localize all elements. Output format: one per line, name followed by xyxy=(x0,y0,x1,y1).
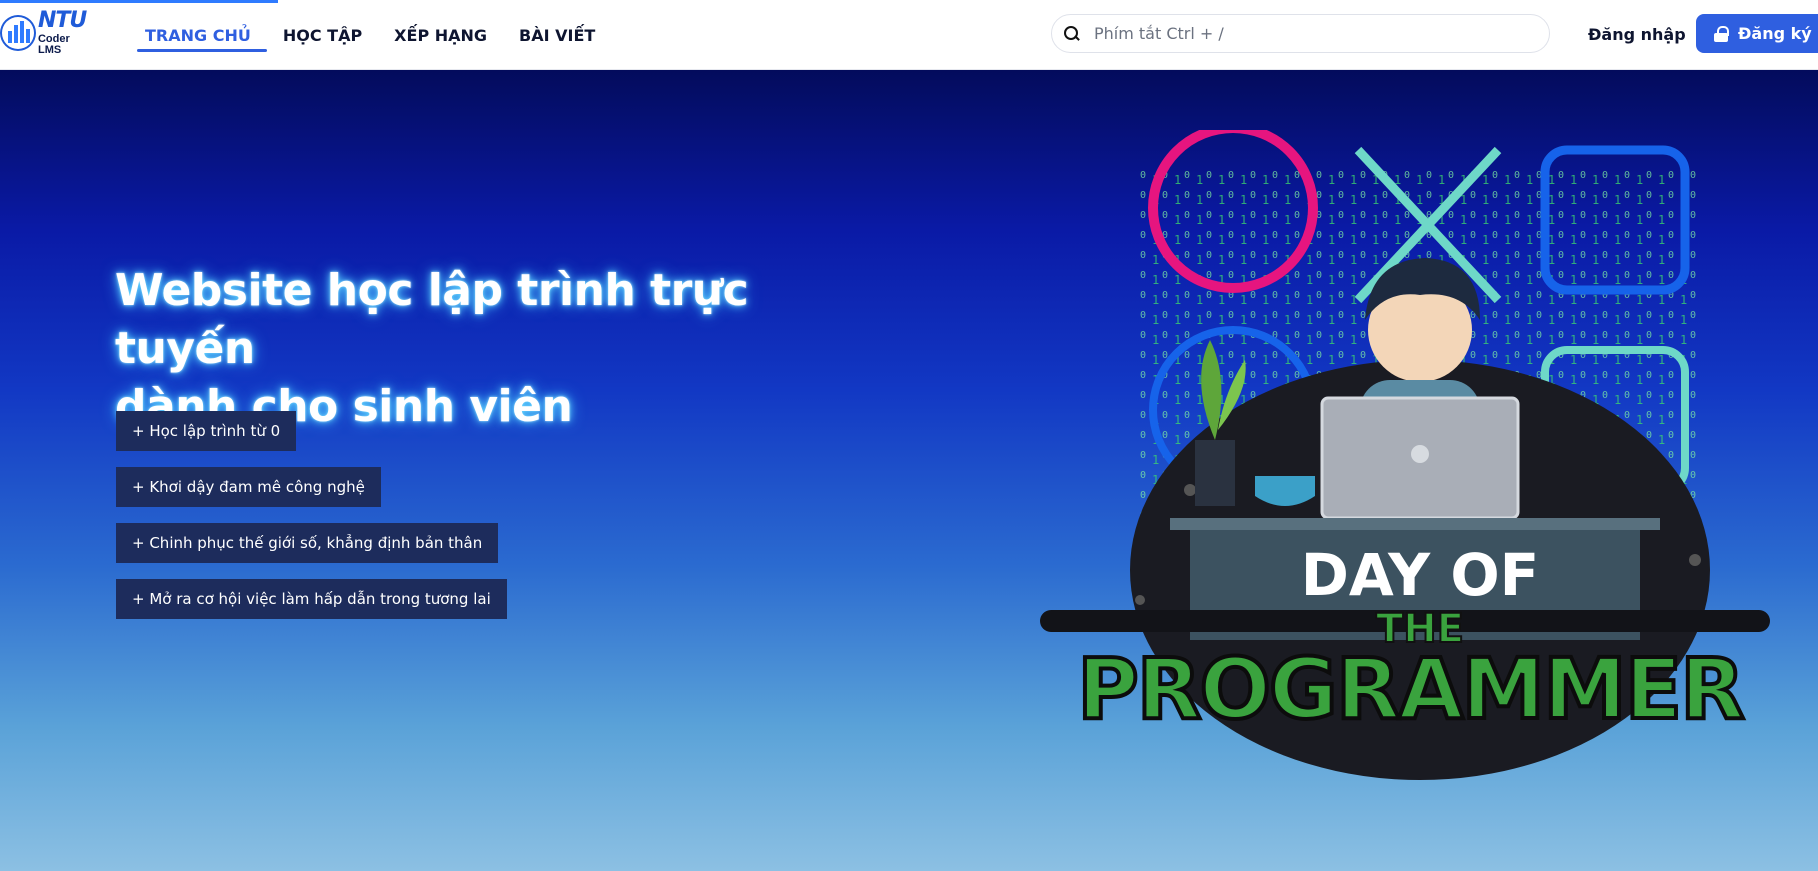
illustration-line1: DAY OF xyxy=(1301,541,1540,609)
lock-icon xyxy=(1714,25,1729,42)
nav-item-articles[interactable]: BÀI VIẾT xyxy=(503,0,611,70)
feature-tag: + Học lập trình từ 0 xyxy=(116,411,297,451)
search-input[interactable] xyxy=(1094,24,1514,43)
search-icon xyxy=(1064,25,1080,42)
day-of-the-programmer-illustration: 1 0 DAY OF THE xyxy=(1040,130,1770,780)
illustration-line3: PROGRAMMER xyxy=(1077,640,1743,738)
nav-item-ranking[interactable]: XẾP HẠNG xyxy=(378,0,503,70)
login-button[interactable]: Đăng nhập xyxy=(1572,16,1702,52)
page-loading-progress xyxy=(0,0,278,3)
main-nav: TRANG CHỦ HỌC TẬP XẾP HẠNG BÀI VIẾT xyxy=(137,0,611,70)
feature-tag: + Chinh phục thế giới số, khẳng định bản… xyxy=(116,523,499,563)
site-logo[interactable]: NTU Coder LMS xyxy=(0,8,96,56)
hero-title: Website học lập trình trực tuyến dành ch… xyxy=(115,262,875,436)
logo-badge-icon xyxy=(0,15,36,51)
hero-title-line1: Website học lập trình trực tuyến xyxy=(115,265,749,374)
top-navbar: NTU Coder LMS TRANG CHỦ HỌC TẬP XẾP HẠNG… xyxy=(0,0,1818,70)
register-label: Đăng ký xyxy=(1738,24,1812,43)
hero-section: Website học lập trình trực tuyến dành ch… xyxy=(0,70,1818,871)
search-box xyxy=(1051,14,1550,53)
nav-item-home[interactable]: TRANG CHỦ xyxy=(137,0,267,70)
logo-title: NTU xyxy=(37,8,87,33)
register-button[interactable]: Đăng ký xyxy=(1696,14,1818,53)
feature-tag: + Mở ra cơ hội việc làm hấp dẫn trong tư… xyxy=(116,579,507,619)
feature-tag: + Khơi dậy đam mê công nghệ xyxy=(116,467,381,507)
nav-item-learning[interactable]: HỌC TẬP xyxy=(267,0,378,70)
logo-subtitle: Coder LMS xyxy=(37,33,70,56)
